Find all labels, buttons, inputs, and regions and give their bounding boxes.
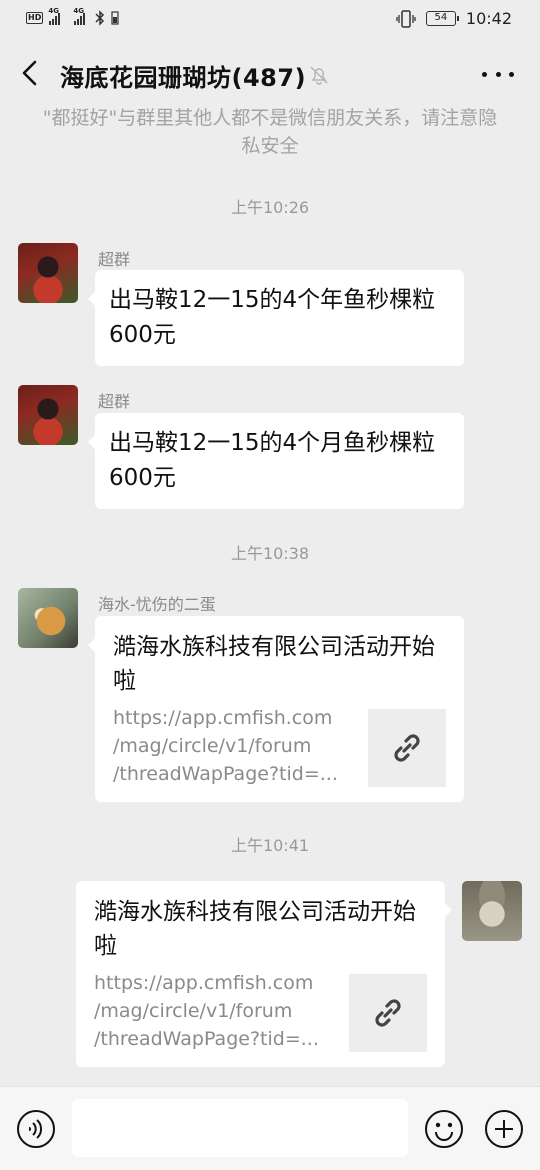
link-url: https://app.cmfish.com /mag/circle/v1/fo… (94, 972, 319, 1050)
message-input[interactable] (72, 1099, 408, 1157)
link-title: 澔海水族科技有限公司活动开始啦 (94, 899, 416, 959)
link-icon (394, 734, 420, 762)
link-title: 澔海水族科技有限公司活动开始啦 (113, 634, 435, 694)
battery-saver-icon (111, 11, 119, 25)
status-right: 54 10:42 (396, 9, 512, 28)
link-card[interactable]: 澔海水族科技有限公司活动开始啦 https://app.cmfish.com /… (76, 881, 452, 1067)
back-icon[interactable] (18, 58, 42, 88)
vibrate-icon (396, 9, 416, 28)
message-timestamp: 上午10:26 (230, 198, 310, 217)
link-thumbnail (349, 974, 427, 1052)
plus-icon[interactable] (484, 1109, 524, 1149)
signal-sim1-icon: 4G (48, 7, 61, 25)
link-thumbnail (368, 709, 446, 787)
sender-name: 超群 (98, 392, 131, 411)
avatar[interactable] (18, 243, 78, 303)
link-card[interactable]: 澔海水族科技有限公司活动开始啦 https://app.cmfish.com /… (88, 616, 464, 802)
message-bubble[interactable]: 出马鞍12一15的4个月鱼秒棵粒600元 (88, 413, 464, 509)
bluetooth-icon (95, 10, 105, 26)
avatar[interactable] (18, 588, 78, 648)
privacy-notice: "都挺好"与群里其他人都不是微信朋友关系，请注意隐私安全 (42, 107, 498, 157)
link-icon (375, 999, 401, 1027)
sender-name: 海水-忧伤的二蛋 (98, 595, 216, 614)
avatar[interactable] (18, 385, 78, 445)
message-bubble[interactable]: 出马鞍12一15的4个年鱼秒棵粒600元 (88, 270, 464, 366)
chat-title: 海底花园珊瑚坊(487) (60, 64, 307, 92)
message-timestamp: 上午10:38 (230, 544, 310, 563)
message-timestamp: 上午10:41 (230, 836, 310, 855)
emoji-icon[interactable] (424, 1109, 464, 1149)
link-url: https://app.cmfish.com /mag/circle/v1/fo… (113, 707, 338, 785)
voice-icon[interactable] (16, 1109, 56, 1149)
battery-indicator: 54 (425, 11, 459, 26)
sender-name: 超群 (98, 250, 131, 269)
status-bar: HD 4G 4G 54 10:42 (0, 0, 540, 38)
bell-off-icon (310, 66, 328, 85)
chat-header: 海底花园珊瑚坊(487) (0, 44, 540, 104)
my-avatar[interactable] (462, 881, 522, 941)
hd-badge: HD (26, 12, 44, 24)
status-left: HD 4G 4G (26, 7, 119, 26)
input-bar (0, 1086, 540, 1170)
status-time: 10:42 (465, 9, 512, 28)
signal-sim2-icon: 4G (73, 7, 86, 25)
more-dots-icon[interactable] (482, 66, 514, 82)
